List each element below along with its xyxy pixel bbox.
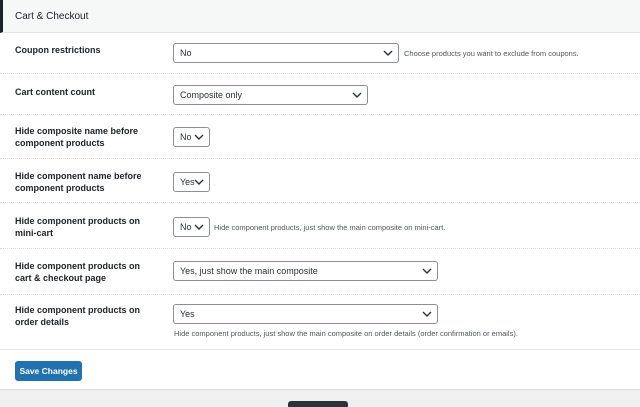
chevron-down-icon: [194, 179, 204, 185]
select-value: No: [180, 132, 192, 142]
chevron-down-icon: [422, 268, 432, 274]
chevron-down-icon: [422, 311, 432, 317]
settings-row-cart-content-count: Cart content count Composite only: [0, 74, 640, 115]
row-label: Hide component products on mini-cart: [15, 216, 140, 238]
settings-panel: Cart & Checkout Coupon restrictions No C…: [0, 0, 640, 390]
row-label: Coupon restrictions: [15, 45, 101, 55]
hide-composite-name-select[interactable]: No: [173, 127, 210, 147]
settings-row-coupon-restrictions: Coupon restrictions No Choose products y…: [0, 33, 640, 74]
settings-row-hide-composite-name: Hide composite name before component pro…: [0, 115, 640, 159]
row-label: Hide component name before component pro…: [15, 171, 142, 193]
settings-row-hide-mini-cart: Hide component products on mini-cart No …: [0, 203, 640, 249]
chevron-down-icon: [352, 92, 362, 98]
settings-row-hide-cart-checkout: Hide component products on cart & checko…: [0, 249, 640, 295]
row-label: Hide component products on order details: [15, 305, 140, 327]
select-value: Yes: [180, 177, 195, 187]
hide-component-name-select[interactable]: Yes: [173, 172, 210, 192]
row-label: Cart content count: [15, 87, 95, 97]
row-label: Hide component products on cart & checko…: [15, 261, 140, 283]
chevron-down-icon: [194, 224, 204, 230]
hide-cart-checkout-select[interactable]: Yes, just show the main composite: [173, 261, 438, 281]
chevron-down-icon: [383, 50, 393, 56]
hide-mini-cart-select[interactable]: No: [173, 217, 210, 237]
hide-order-details-select[interactable]: Yes: [173, 304, 438, 324]
cart-content-count-select[interactable]: Composite only: [173, 85, 368, 105]
row-help-text: Hide component products, just show the m…: [174, 329, 518, 338]
select-value: Yes: [180, 309, 195, 319]
section-header: Cart & Checkout: [0, 0, 640, 33]
select-value: Composite only: [180, 90, 243, 100]
section-title: Cart & Checkout: [15, 11, 89, 22]
settings-row-hide-order-details: Hide component products on order details…: [0, 295, 640, 350]
select-value: No: [180, 48, 192, 58]
settings-row-hide-component-name: Hide component name before component pro…: [0, 159, 640, 203]
select-value: No: [180, 222, 192, 232]
save-changes-button[interactable]: Save Changes: [15, 361, 82, 381]
footer-badge: [288, 401, 348, 407]
chevron-down-icon: [194, 134, 204, 140]
coupon-restrictions-select[interactable]: No: [173, 43, 399, 63]
select-value: Yes, just show the main composite: [180, 266, 318, 276]
row-help-text: Hide component products, just show the m…: [214, 223, 446, 232]
row-label: Hide composite name before component pro…: [15, 126, 139, 148]
row-help-text: Choose products you want to exclude from…: [404, 49, 579, 58]
